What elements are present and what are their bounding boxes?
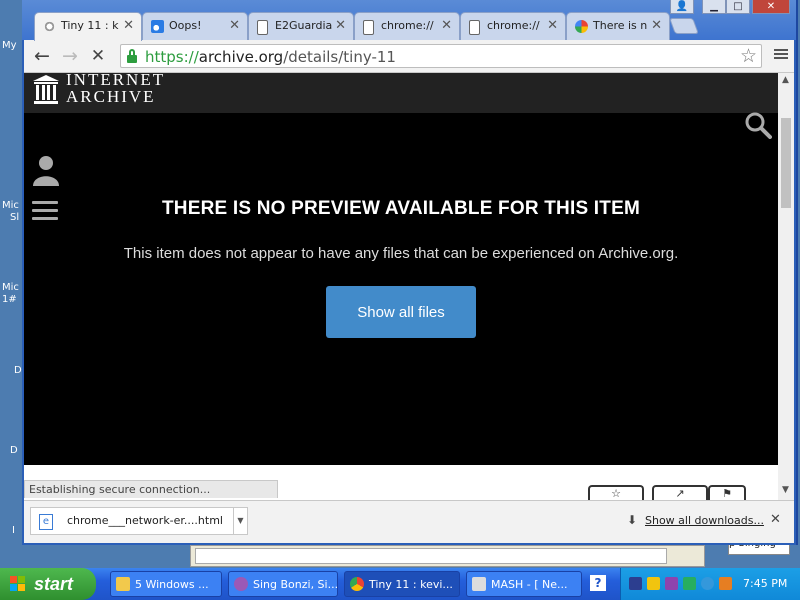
scrollbar[interactable]: ▲ ▼ <box>778 73 794 500</box>
download-icon: ⬇ <box>627 513 638 527</box>
google-icon <box>575 20 588 33</box>
taskbar-button-chrome[interactable]: Tiny 11 : kevi... <box>344 571 460 597</box>
wizard-icon[interactable] <box>629 577 642 590</box>
scroll-thumb[interactable] <box>781 118 791 208</box>
tab-chrome-1[interactable]: chrome:// ✕ <box>354 12 460 40</box>
tab-label: Oops! <box>169 19 202 32</box>
bonzi-icon <box>234 577 248 591</box>
desktop-icon-label[interactable]: Mic <box>2 282 19 293</box>
desktop-icon-label[interactable]: Mic <box>2 200 19 211</box>
tab-e2guardian[interactable]: E2Guardia ✕ <box>248 12 354 40</box>
tab-google[interactable]: There is n ✕ <box>566 12 670 40</box>
address-bar[interactable]: https://archive.org/details/tiny-11 ☆ <box>120 44 762 68</box>
background-window-field <box>195 548 667 564</box>
folder-icon <box>116 577 130 591</box>
profile-button[interactable]: 👤 <box>670 0 694 14</box>
tab-oops[interactable]: Oops! ✕ <box>142 12 248 40</box>
scroll-down-icon[interactable]: ▼ <box>782 485 789 495</box>
status-bubble: Establishing secure connection... <box>24 480 278 498</box>
browser-toolbar: ← → ✕ https://archive.org/details/tiny-1… <box>24 40 794 73</box>
tab-label: E2Guardia <box>275 19 333 32</box>
new-tab-button[interactable] <box>669 18 699 34</box>
html-file-icon: e <box>39 514 53 530</box>
taskbar-button-bonzi[interactable]: Sing Bonzi, Si... <box>228 571 338 597</box>
no-preview-heading: THERE IS NO PREVIEW AVAILABLE FOR THIS I… <box>162 198 640 219</box>
lock-icon <box>127 49 137 63</box>
desktop-icon-label[interactable]: 1# <box>2 294 17 305</box>
tab-label: Tiny 11 : k <box>61 19 119 32</box>
network-icon[interactable] <box>701 577 714 590</box>
close-icon[interactable]: ✕ <box>547 18 558 33</box>
loading-icon <box>43 20 56 33</box>
system-tray: 7:45 PM <box>620 568 800 600</box>
menu-icon[interactable] <box>774 47 788 61</box>
clock[interactable]: 7:45 PM <box>743 577 787 590</box>
page-viewport: INTERNET ARCHIVE THERE IS NO PREVIEW AVAI… <box>24 73 778 500</box>
no-preview-message: This item does not appear to have any fi… <box>123 245 679 262</box>
tab-tiny11[interactable]: Tiny 11 : k ✕ <box>34 12 142 41</box>
start-button[interactable]: start <box>0 568 96 600</box>
close-icon[interactable]: ✕ <box>229 18 240 33</box>
chevron-down-icon[interactable]: ▼ <box>234 507 248 535</box>
user-icon[interactable] <box>32 155 60 187</box>
tab-label: chrome:// <box>381 19 434 32</box>
mash-icon <box>472 577 486 591</box>
chrome-window: Tiny 11 : k ✕ Oops! ✕ E2Guardia ✕ chrome… <box>22 0 798 545</box>
tab-strip: Tiny 11 : k ✕ Oops! ✕ E2Guardia ✕ chrome… <box>22 0 796 41</box>
close-icon[interactable]: ✕ <box>123 18 134 33</box>
desktop-icon-label[interactable]: D <box>14 365 22 376</box>
tray-app-icon[interactable] <box>647 577 660 590</box>
maximize-button[interactable]: □ <box>726 0 750 14</box>
desktop-icon-label[interactable]: D <box>10 445 18 456</box>
bookmark-star-icon[interactable]: ☆ <box>740 45 757 67</box>
document-icon <box>363 20 374 35</box>
tray-app-icon[interactable] <box>683 577 696 590</box>
edge-like-icon <box>151 20 164 33</box>
back-button[interactable]: ← <box>30 45 54 67</box>
close-icon[interactable]: ✕ <box>441 18 452 33</box>
flag-icon[interactable]: ⚑ <box>708 485 746 500</box>
scroll-up-icon[interactable]: ▲ <box>782 75 789 85</box>
desktop-icon-label[interactable]: Sl <box>10 212 19 223</box>
document-icon <box>257 20 268 35</box>
show-all-files-button[interactable]: Show all files <box>326 286 476 338</box>
close-icon[interactable]: ✕ <box>335 18 346 33</box>
document-icon <box>469 20 480 35</box>
tab-chrome-2[interactable]: chrome:// ✕ <box>460 12 566 40</box>
taskbar: start 5 Windows ... Sing Bonzi, Si... Ti… <box>0 568 800 600</box>
download-shelf: e chrome___network-er....html ▼ ⬇ Show a… <box>24 500 794 543</box>
archive-logo-icon[interactable] <box>32 73 60 105</box>
background-window <box>190 545 705 567</box>
forward-button[interactable]: → <box>58 45 82 67</box>
share-icon[interactable]: ↗ <box>652 485 708 500</box>
close-window-button[interactable]: ✕ <box>752 0 790 14</box>
stop-button[interactable]: ✕ <box>86 45 110 67</box>
help-icon[interactable]: ? <box>590 575 606 591</box>
tab-label: chrome:// <box>487 19 540 32</box>
taskbar-button-mash[interactable]: MASH - [ Ne... <box>466 571 582 597</box>
speaker-icon[interactable] <box>719 577 732 590</box>
taskbar-button-windows[interactable]: 5 Windows ... <box>110 571 222 597</box>
chrome-icon <box>350 577 364 591</box>
tab-label: There is n <box>593 19 648 32</box>
minimize-button[interactable]: ▁ <box>702 0 726 14</box>
url-text[interactable]: https://archive.org/details/tiny-11 <box>145 48 396 66</box>
close-icon[interactable]: ✕ <box>770 512 781 527</box>
search-icon[interactable] <box>744 111 772 139</box>
desktop-icon-label[interactable]: I <box>12 525 15 536</box>
download-item[interactable]: e chrome___network-er....html <box>30 507 234 535</box>
windows-flag-icon <box>10 576 25 591</box>
show-all-downloads-link[interactable]: Show all downloads... <box>645 514 764 527</box>
tray-app-icon[interactable] <box>665 577 678 590</box>
download-file-name: chrome___network-er....html <box>67 514 223 527</box>
favorite-icon[interactable]: ☆ <box>588 485 644 500</box>
desktop-icon-label[interactable]: My <box>2 40 17 51</box>
site-header: INTERNET ARCHIVE <box>24 73 778 113</box>
archive-logo-text[interactable]: INTERNET ARCHIVE <box>66 73 165 105</box>
close-icon[interactable]: ✕ <box>651 18 662 33</box>
